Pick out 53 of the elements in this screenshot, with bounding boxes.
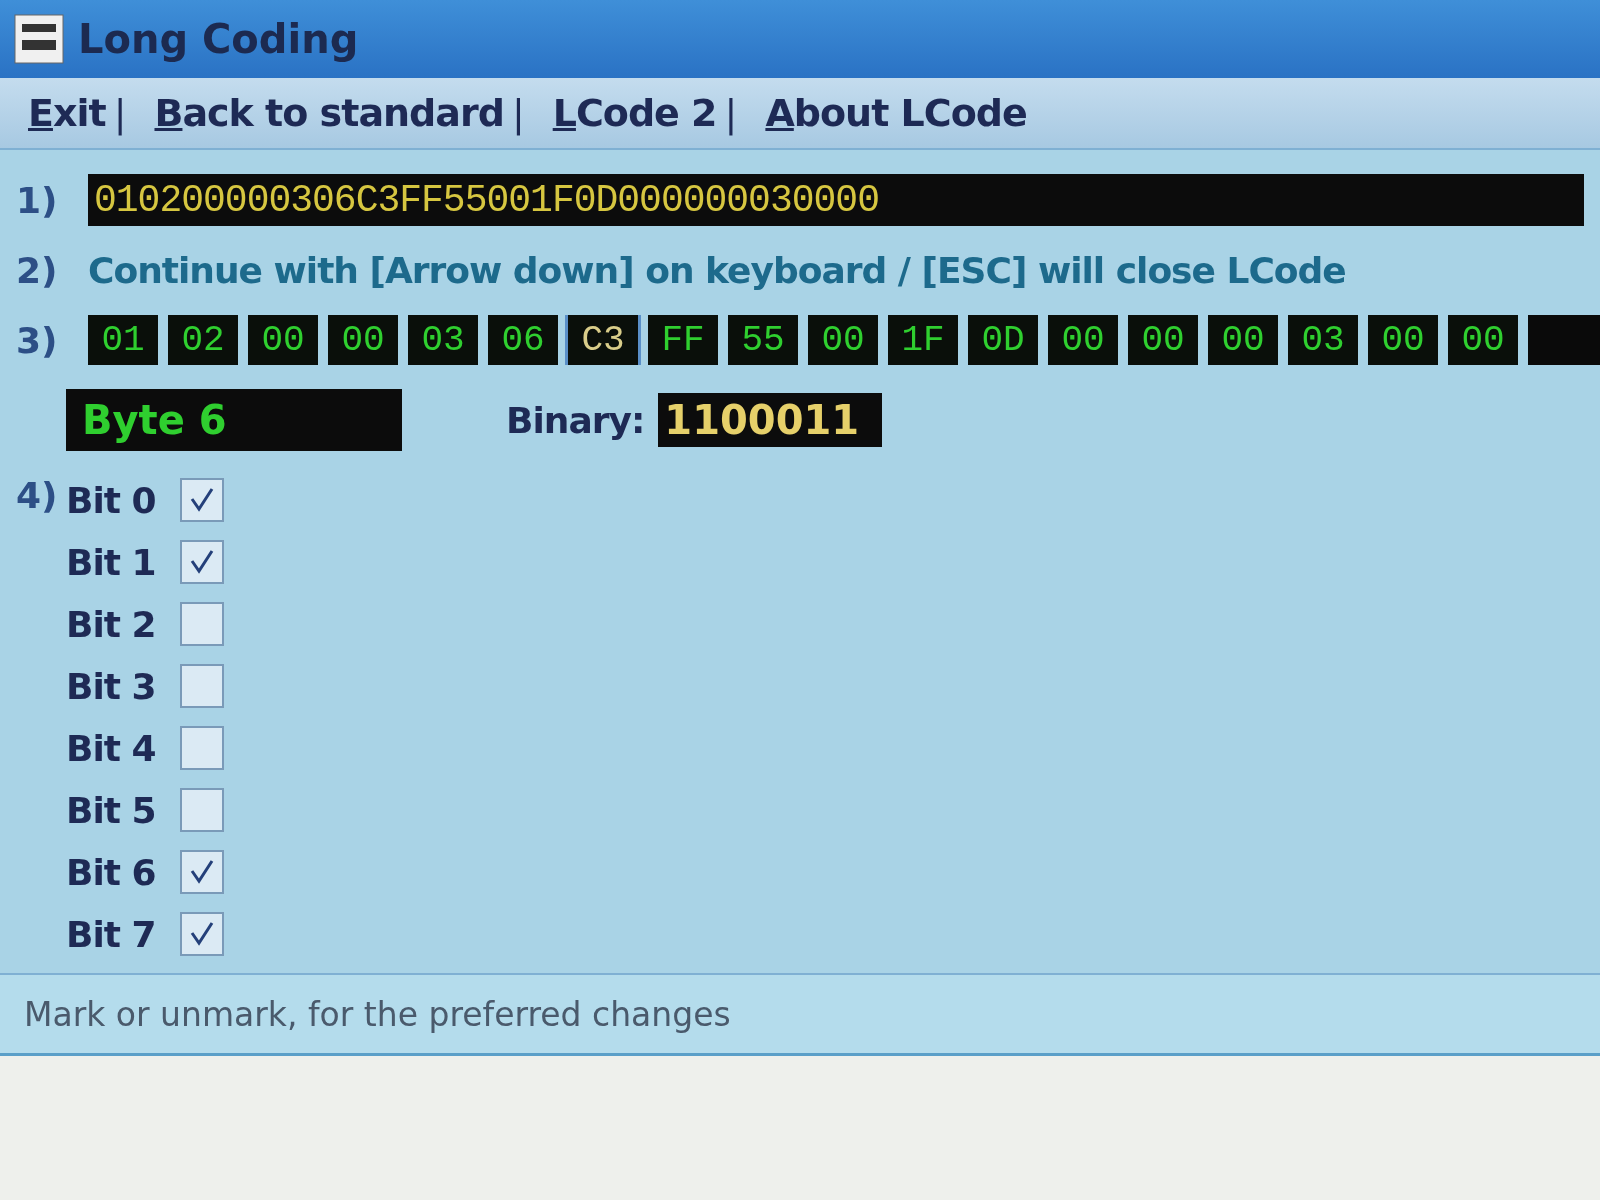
window-title: Long Coding xyxy=(78,16,359,62)
byte-cell[interactable]: 55 xyxy=(728,315,798,365)
bit-label: Bit 0 xyxy=(66,479,156,521)
checkbox[interactable] xyxy=(180,602,224,646)
byte-cell[interactable]: 03 xyxy=(1288,315,1358,365)
instruction-text: Continue with [Arrow down] on keyboard / [ESC] will close LCode xyxy=(88,250,1346,291)
binary-label: Binary: xyxy=(506,399,645,441)
checkbox[interactable] xyxy=(180,664,224,708)
byte-cell[interactable]: 00 xyxy=(1208,315,1278,365)
menu-separator: | xyxy=(724,91,738,135)
byte-cell[interactable]: 00 xyxy=(328,315,398,365)
menu-item[interactable]: About LCode xyxy=(765,91,1027,135)
menu-separator: | xyxy=(113,91,127,135)
checkbox[interactable] xyxy=(180,726,224,770)
menu-item[interactable]: Exit xyxy=(28,91,106,135)
checkbox[interactable] xyxy=(180,912,224,956)
bit-label: Bit 3 xyxy=(66,665,156,707)
byte-cell[interactable]: 00 xyxy=(248,315,318,365)
bit-label: Bit 7 xyxy=(66,913,156,955)
menu-item[interactable]: LCode 2 xyxy=(552,91,717,135)
bit-label: Bit 1 xyxy=(66,541,156,583)
menu-separator: | xyxy=(511,91,525,135)
byte-cell[interactable]: FF xyxy=(648,315,718,365)
checkbox[interactable] xyxy=(180,540,224,584)
binary-value: 1100011 xyxy=(658,393,883,447)
byte-cell[interactable]: 01 xyxy=(88,315,158,365)
coding-field[interactable]: 010200000306C3FF55001F0D000000030000 xyxy=(88,174,1584,226)
bit-label: Bit 2 xyxy=(66,603,156,645)
bit-label: Bit 5 xyxy=(66,789,156,831)
byte-cell[interactable]: 00 xyxy=(1448,315,1518,365)
step-number: 2) xyxy=(16,250,59,291)
byte-cell[interactable]: 02 xyxy=(168,315,238,365)
byte-cell[interactable]: 06 xyxy=(488,315,558,365)
checkbox[interactable] xyxy=(180,788,224,832)
checkbox[interactable] xyxy=(180,478,224,522)
app-logo-icon xyxy=(14,14,64,64)
byte-cell[interactable]: 1F xyxy=(888,315,958,365)
byte-cell[interactable]: 0D xyxy=(968,315,1038,365)
byte-cell[interactable]: 00 xyxy=(1128,315,1198,365)
bit-label: Bit 6 xyxy=(66,851,156,893)
checkbox[interactable] xyxy=(180,850,224,894)
byte-cell[interactable]: C3 xyxy=(568,315,638,365)
byte-label: Byte 6 xyxy=(66,389,402,451)
byte-cell[interactable]: 00 xyxy=(808,315,878,365)
status-text: Mark or unmark, for the preferred changes xyxy=(24,994,731,1034)
partial-byte-cell xyxy=(1528,315,1600,365)
byte-cell[interactable]: 03 xyxy=(408,315,478,365)
menu-item[interactable]: Back to standard xyxy=(154,91,504,135)
byte-cell[interactable]: 00 xyxy=(1048,315,1118,365)
step-number: 3) xyxy=(16,319,59,361)
bit-label: Bit 4 xyxy=(66,727,156,769)
byte-cell[interactable]: 00 xyxy=(1368,315,1438,365)
step-number: 1) xyxy=(16,179,59,221)
